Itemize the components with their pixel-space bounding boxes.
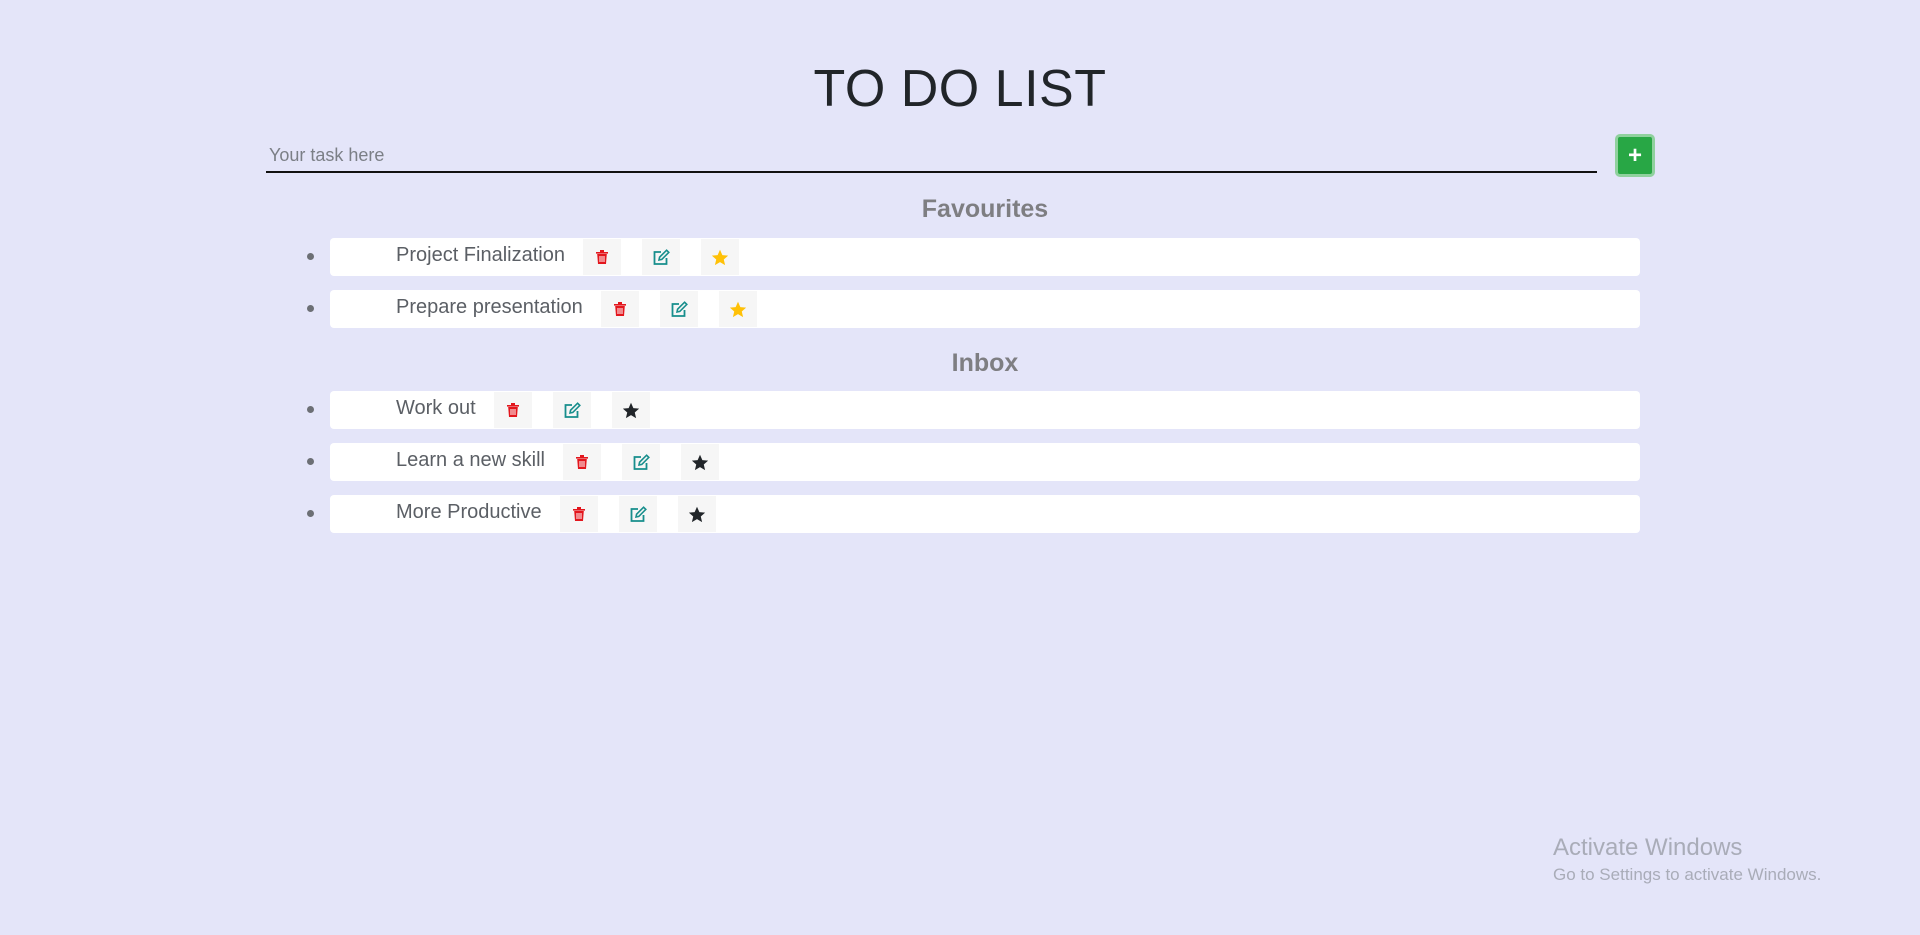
edit-button[interactable] [552, 392, 591, 428]
bullet [307, 406, 314, 413]
task-text: Work out [396, 396, 476, 419]
edit-button[interactable] [621, 444, 660, 480]
star-icon [688, 506, 706, 523]
trash-icon [506, 402, 520, 418]
favourites-list: Project Finalization Prepare presentatio… [307, 238, 1640, 342]
favourite-button[interactable] [700, 239, 739, 275]
favourite-button[interactable] [718, 291, 757, 327]
edit-button[interactable] [618, 496, 657, 532]
favourites-heading: Favourites [921, 195, 1049, 223]
watermark-subtitle: Go to Settings to activate Windows. [1553, 865, 1822, 884]
star-icon [691, 454, 709, 471]
favourite-button[interactable] [680, 444, 719, 480]
add-task-button[interactable]: + [1615, 134, 1655, 177]
delete-button[interactable] [562, 444, 601, 480]
edit-icon [652, 248, 670, 266]
favourite-button[interactable] [611, 392, 650, 428]
delete-button[interactable] [559, 496, 598, 532]
task-text: Prepare presentation [396, 295, 583, 318]
task-text: Learn a new skill [396, 448, 545, 471]
plus-icon: + [1627, 141, 1642, 169]
task-item: More Productive [307, 495, 1640, 533]
task-item: Learn a new skill [307, 443, 1640, 481]
edit-button[interactable] [641, 239, 680, 275]
task-input[interactable] [266, 139, 1597, 173]
trash-icon [572, 506, 586, 522]
inbox-list: Work out Learn a new skill More Producti… [307, 391, 1640, 547]
trash-icon [595, 249, 609, 265]
task-item: Prepare presentation [307, 290, 1640, 328]
edit-button[interactable] [659, 291, 698, 327]
watermark-title: Activate Windows [1553, 834, 1743, 861]
star-icon [711, 249, 729, 266]
favourite-button[interactable] [677, 496, 716, 532]
star-icon [622, 402, 640, 419]
bullet [307, 305, 314, 312]
bullet [307, 458, 314, 465]
task-item: Work out [307, 391, 1640, 429]
bullet [307, 253, 314, 260]
trash-icon [613, 301, 627, 317]
inbox-heading: Inbox [951, 349, 1019, 377]
activate-windows-watermark: Activate Windows Go to Settings to activ… [1553, 833, 1821, 887]
bullet [307, 510, 314, 517]
task-text: Project Finalization [396, 243, 565, 266]
star-icon [729, 301, 747, 318]
delete-button[interactable] [493, 392, 532, 428]
edit-icon [629, 505, 647, 523]
delete-button[interactable] [582, 239, 621, 275]
trash-icon [575, 454, 589, 470]
edit-icon [670, 300, 688, 318]
page-title: TO DO LIST [813, 60, 1107, 118]
task-item: Project Finalization [307, 238, 1640, 276]
edit-icon [563, 401, 581, 419]
edit-icon [632, 453, 650, 471]
delete-button[interactable] [600, 291, 639, 327]
task-text: More Productive [396, 500, 542, 523]
